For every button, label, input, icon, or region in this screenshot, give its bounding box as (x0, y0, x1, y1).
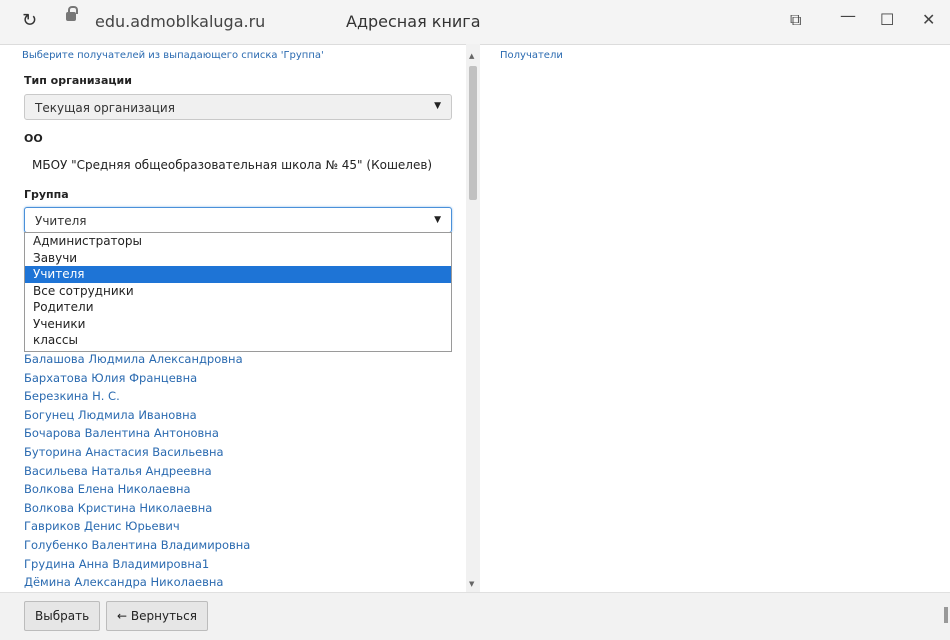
dropdown-option[interactable]: Учителя (25, 266, 451, 283)
oo-label: ОО (24, 132, 43, 145)
footer-bar: Выбрать ← Вернуться (0, 592, 950, 640)
person-link[interactable]: Волкова Кристина Николаевна (24, 499, 250, 518)
org-type-value: Текущая организация (35, 101, 175, 115)
person-link[interactable]: Бочарова Валентина Антоновна (24, 424, 250, 443)
person-link[interactable]: Голубенко Валентина Владимировна (24, 536, 250, 555)
maximize-icon[interactable]: ☐ (880, 10, 894, 29)
dropdown-option[interactable]: Все сотрудники (25, 283, 451, 300)
person-link[interactable]: Грудина Анна Владимировна1 (24, 555, 250, 574)
restore-icon[interactable]: ⧉ (790, 10, 801, 30)
scrollbar-thumb[interactable] (469, 66, 477, 200)
group-label: Группа (24, 188, 69, 201)
person-link[interactable]: Балашова Людмила Александровна (24, 350, 250, 369)
person-link[interactable]: Богунец Людмила Ивановна (24, 406, 250, 425)
close-icon[interactable]: ✕ (922, 10, 935, 29)
people-list: Балашова Людмила АлександровнаБархатова … (24, 350, 250, 592)
org-type-label: Тип организации (24, 74, 132, 87)
url-text[interactable]: edu.admoblkaluga.ru (95, 12, 265, 31)
dropdown-option[interactable]: Родители (25, 299, 451, 316)
resize-handle (944, 607, 948, 623)
person-link[interactable]: Васильева Наталья Андреевна (24, 462, 250, 481)
person-link[interactable]: Березкина Н. С. (24, 387, 250, 406)
dropdown-option[interactable]: классы (25, 332, 451, 349)
scroll-up-icon[interactable]: ▲ (469, 52, 474, 60)
scroll-down-icon[interactable]: ▼ (469, 580, 474, 588)
dropdown-option[interactable]: Завучи (25, 250, 451, 267)
person-link[interactable]: Буторина Анастасия Васильевна (24, 443, 250, 462)
dropdown-arrow-icon: ▼ (434, 101, 441, 111)
back-button[interactable]: ← Вернуться (106, 601, 208, 631)
browser-bar: ↻ edu.admoblkaluga.ru Адресная книга ⧉ —… (0, 0, 950, 45)
select-button[interactable]: Выбрать (24, 601, 100, 631)
refresh-icon[interactable]: ↻ (22, 10, 37, 31)
recipients-panel: Получатели (486, 44, 950, 592)
person-link[interactable]: Гавриков Денис Юрьевич (24, 517, 250, 536)
recipients-label: Получатели (500, 50, 563, 61)
minimize-icon[interactable]: — (840, 6, 856, 25)
lock-icon (66, 12, 76, 21)
person-link[interactable]: Бархатова Юлия Францевна (24, 369, 250, 388)
vertical-scrollbar[interactable]: ▲ ▼ (466, 44, 480, 592)
dropdown-arrow-icon: ▼ (434, 215, 441, 225)
window-title: Адресная книга (346, 12, 481, 31)
group-select[interactable]: Учителя ▼ (24, 207, 452, 233)
oo-value: МБОУ "Средняя общеобразовательная школа … (32, 158, 432, 172)
group-value: Учителя (35, 214, 86, 228)
person-link[interactable]: Дёмина Александра Николаевна (24, 573, 250, 592)
back-button-label: Вернуться (131, 609, 197, 623)
instruction-text: Выберите получателей из выпадающего спис… (22, 50, 324, 61)
group-selection-panel: Выберите получателей из выпадающего спис… (14, 44, 484, 592)
dropdown-option[interactable]: Ученики (25, 316, 451, 333)
org-type-select[interactable]: Текущая организация ▼ (24, 94, 452, 120)
arrow-left-icon: ← (117, 609, 127, 623)
group-dropdown-list[interactable]: АдминистраторыЗавучиУчителяВсе сотрудник… (24, 232, 452, 352)
dropdown-option[interactable]: Администраторы (25, 233, 451, 250)
person-link[interactable]: Волкова Елена Николаевна (24, 480, 250, 499)
